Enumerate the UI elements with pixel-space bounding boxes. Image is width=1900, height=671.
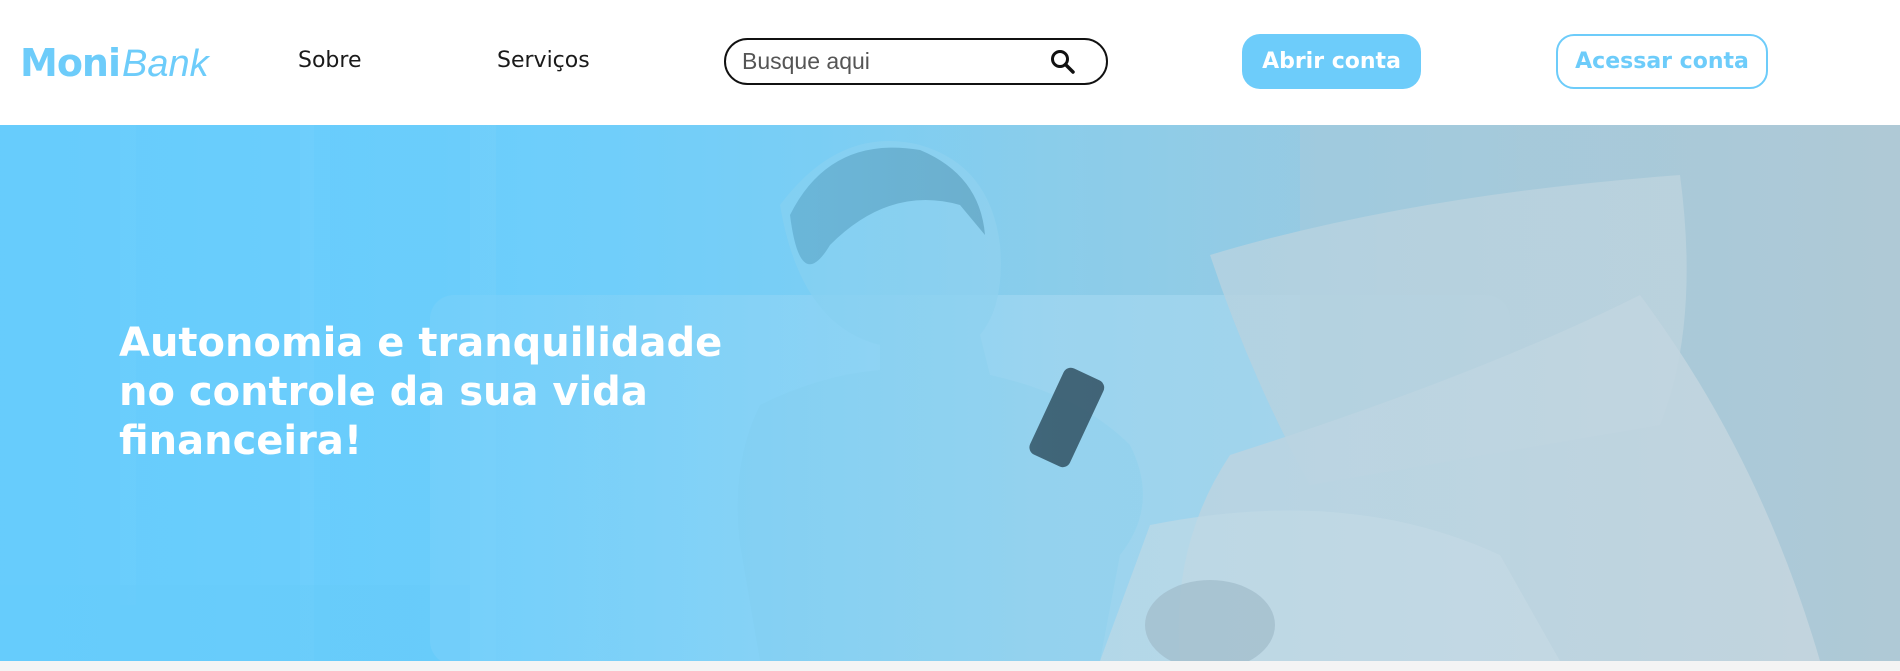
search-box [724, 38, 1108, 85]
logo[interactable]: Moni Bank [20, 38, 209, 88]
hero-banner: Autonomia e tranquilidade no controle da… [0, 125, 1900, 661]
site-header: Moni Bank Sobre Serviços Abrir conta Ace… [0, 0, 1900, 125]
nav-link-servicos[interactable]: Serviços [497, 45, 590, 77]
nav-link-sobre[interactable]: Sobre [298, 45, 362, 77]
page-bottom-strip [0, 661, 1900, 671]
search-input[interactable] [742, 45, 1042, 77]
hero-title: Autonomia e tranquilidade no controle da… [119, 319, 759, 466]
hero-title-line: Autonomia e tranquilidade [119, 320, 723, 366]
access-account-button[interactable]: Acessar conta [1556, 34, 1768, 89]
hero-title-line: no controle da sua vida [119, 369, 648, 415]
logo-bold-text: Moni [20, 41, 121, 85]
search-icon[interactable] [1048, 47, 1078, 77]
open-account-button[interactable]: Abrir conta [1242, 34, 1421, 89]
search-icon-glyph [1051, 50, 1075, 74]
logo-light-text: Bank [122, 43, 209, 85]
hero-title-line: financeira! [119, 418, 363, 464]
